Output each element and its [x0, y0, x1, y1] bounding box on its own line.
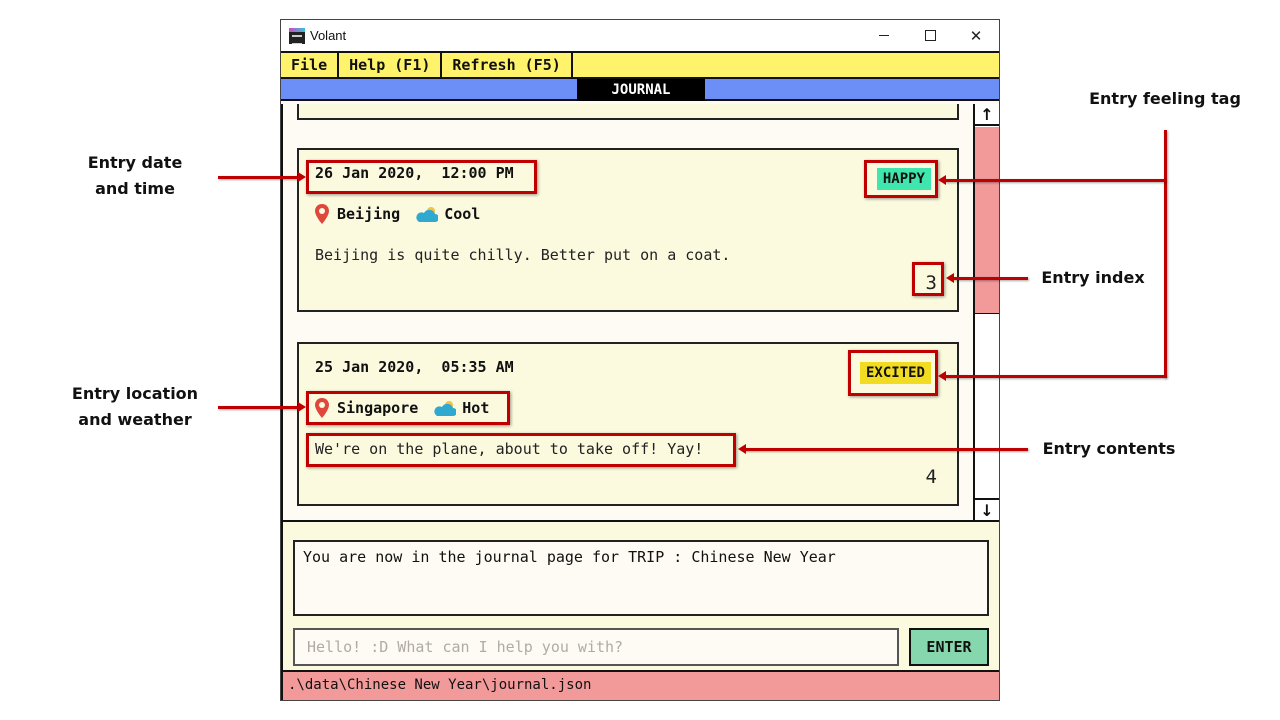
- annotation-arrowhead: [738, 444, 746, 454]
- journal-entry-card[interactable]: 26 Jan 2020, 12:00 PM Beijing Cool Beiji…: [297, 148, 959, 312]
- annotation-arrowhead: [298, 402, 306, 412]
- entry-list-scrollbar[interactable]: ↑ ↓: [973, 104, 999, 520]
- annotation-location-weather: Entry location and weather: [71, 384, 199, 429]
- command-input[interactable]: [293, 628, 899, 666]
- entry-location: Singapore: [337, 399, 419, 417]
- annotation-contents: Entry contents: [1042, 439, 1176, 458]
- entry-content: We're on the plane, about to take off! Y…: [315, 440, 704, 458]
- scroll-down-arrow-icon[interactable]: ↓: [975, 498, 999, 520]
- weather-cloud-icon: [416, 207, 439, 222]
- annotation-line: [952, 277, 1028, 280]
- enter-button[interactable]: ENTER: [909, 628, 989, 666]
- app-logo-icon: [289, 27, 305, 44]
- entry-index: 3: [925, 272, 937, 294]
- annotation-line: [1164, 130, 1167, 378]
- entry-location: Beijing: [337, 205, 401, 223]
- entry-index: 4: [925, 466, 937, 488]
- minimize-button[interactable]: [861, 20, 907, 51]
- entry-content: Beijing is quite chilly. Better put on a…: [315, 246, 731, 264]
- entry-location-weather: Beijing Cool: [315, 204, 480, 224]
- annotation-line: [218, 176, 300, 179]
- page-tab-bar: JOURNAL: [281, 79, 999, 101]
- status-bar-file-path: .\data\Chinese New Year\journal.json: [281, 670, 999, 700]
- annotation-line: [944, 375, 1166, 378]
- command-panel: You are now in the journal page for TRIP…: [281, 520, 999, 670]
- location-pin-icon: [315, 398, 329, 418]
- location-pin-icon: [315, 204, 329, 224]
- journal-entry-card[interactable]: 25 Jan 2020, 05:35 AM Singapore Hot We'r…: [297, 342, 959, 506]
- weather-cloud-icon: [434, 401, 457, 416]
- maximize-button[interactable]: [907, 20, 953, 51]
- annotation-date-time: Entry date and time: [87, 153, 183, 198]
- menu-file[interactable]: File: [281, 53, 340, 77]
- annotation-arrowhead: [298, 172, 306, 182]
- annotation-arrowhead: [938, 371, 946, 381]
- title-bar: Volant ✕: [281, 20, 999, 51]
- annotation-line: [218, 406, 300, 409]
- entry-weather: Hot: [462, 399, 490, 417]
- annotation-arrowhead: [938, 175, 946, 185]
- entry-feeling-tag: HAPPY: [876, 168, 931, 190]
- entry-datetime: 25 Jan 2020, 05:35 AM: [315, 358, 514, 376]
- entry-datetime: 26 Jan 2020, 12:00 PM: [315, 164, 514, 182]
- menu-help[interactable]: Help (F1): [339, 53, 443, 77]
- menu-bar: File Help (F1) Refresh (F5): [281, 51, 999, 79]
- annotation-line: [744, 448, 1028, 451]
- annotation-index: Entry index: [1041, 268, 1145, 287]
- annotation-feeling-tag: Entry feeling tag: [1089, 89, 1241, 108]
- result-display: You are now in the journal page for TRIP…: [293, 540, 989, 616]
- entry-weather: Cool: [444, 205, 481, 223]
- scrollbar-thumb[interactable]: [975, 127, 999, 314]
- menu-refresh[interactable]: Refresh (F5): [442, 53, 573, 77]
- tab-journal[interactable]: JOURNAL: [577, 79, 705, 101]
- close-button[interactable]: ✕: [953, 20, 999, 51]
- app-window: Volant ✕ File Help (F1) Refresh (F5) JOU…: [280, 19, 1000, 701]
- annotation-line: [944, 179, 1166, 182]
- journal-entry-card-partial[interactable]: [297, 104, 959, 120]
- window-title: Volant: [310, 28, 347, 43]
- entry-location-weather: Singapore Hot: [315, 398, 489, 418]
- journal-entry-list: 26 Jan 2020, 12:00 PM Beijing Cool Beiji…: [281, 104, 999, 520]
- entry-feeling-tag: EXCITED: [859, 362, 931, 384]
- scroll-up-arrow-icon[interactable]: ↑: [975, 104, 999, 126]
- annotation-arrowhead: [946, 273, 954, 283]
